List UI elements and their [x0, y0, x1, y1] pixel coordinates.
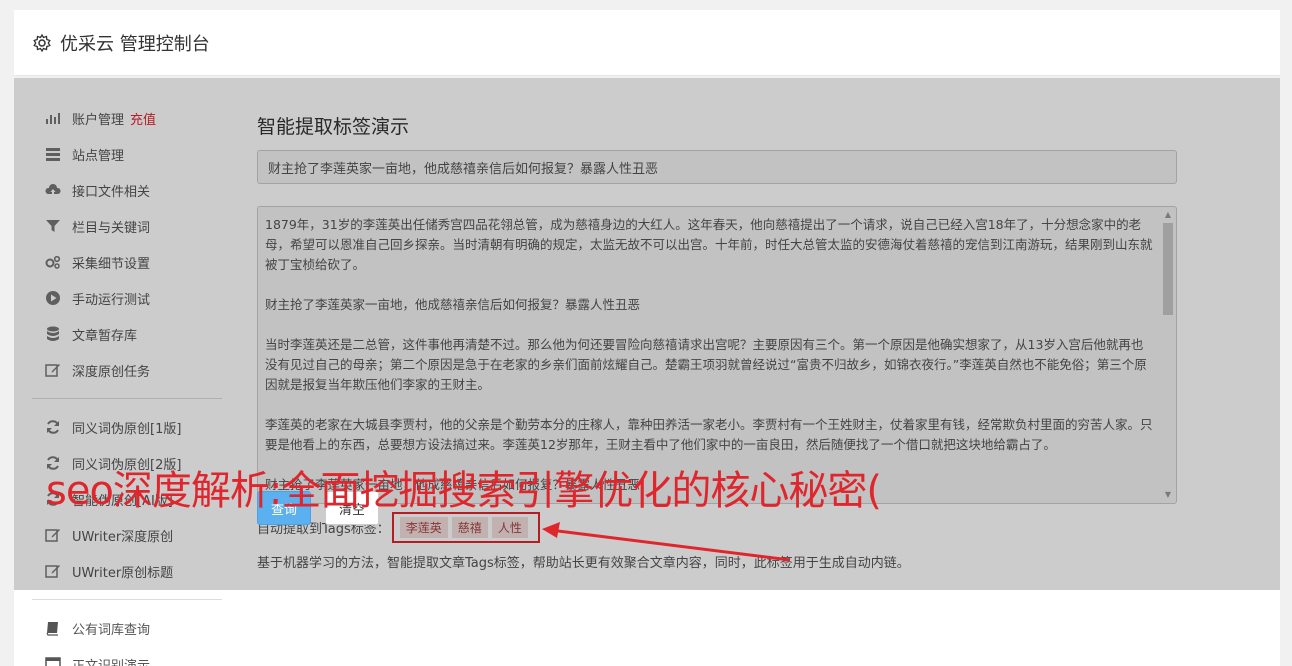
edit-icon [44, 361, 62, 379]
sidebar-item-label: 采集细节设置 [72, 256, 151, 272]
article-title-value: 财主抢了李莲英家一亩地，他成慈禧亲信后如何报复？暴露人性丑恶 [268, 161, 659, 177]
sidebar-item-uwriter-title[interactable]: UWriter原创标题 [32, 553, 222, 589]
sidebar-item-label: UWriter深度原创 [72, 529, 174, 545]
section-heading: 智能提取标签演示 [257, 116, 410, 138]
edit-icon [44, 562, 62, 580]
sidebar-item-label: 公有词库查询 [72, 622, 151, 638]
sidebar-item-article-store[interactable]: 文章暂存库 [32, 316, 222, 352]
sidebar-item-collect-settings[interactable]: 采集细节设置 [32, 244, 222, 280]
sidebar-item-label: 站点管理 [72, 148, 125, 164]
paragraph: 财主抢了李莲英家一亩地，他成慈禧亲信后如何报复？暴露人性丑恶 [265, 297, 641, 312]
scroll-thumb[interactable] [1163, 223, 1173, 315]
sidebar-item-label: 同义词伪原创[1版] [72, 421, 182, 437]
sidebar-item-columns[interactable]: 栏目与关键词 [32, 208, 222, 244]
watermark-text: seo深度解析:全面挖掘搜索引擎优化的核心秘密( [46, 468, 882, 514]
scroll-up-icon[interactable]: ▲ [1162, 209, 1174, 221]
sidebar-item-label: 栏目与关键词 [72, 220, 151, 236]
sidebar-item-sites[interactable]: 站点管理 [32, 136, 222, 172]
sidebar-item-text-recognition[interactable]: 正文识别演示 [32, 646, 222, 666]
book-icon [44, 619, 62, 637]
textarea-scrollbar[interactable]: ▲ [1162, 209, 1174, 501]
sidebar-item-label: 文章暂存库 [72, 328, 138, 344]
sidebar-item-manual-run[interactable]: 手动运行测试 [32, 280, 222, 316]
paragraph: 李莲英的老家在大城县李贾村，他的父亲是个勤劳本分的庄稼人，靠种田养活一家老小。李… [265, 417, 1153, 452]
play-circle-icon [44, 289, 62, 307]
sidebar-item-uwriter-deep[interactable]: UWriter深度原创 [32, 517, 222, 553]
tag: 李莲英 [399, 516, 448, 538]
tag: 慈禧 [451, 516, 488, 538]
window-icon [44, 655, 62, 666]
sidebar-item-deep-original[interactable]: 深度原创任务 [32, 352, 222, 388]
gears-icon [44, 253, 62, 271]
sidebar-item-label: 账户管理 [72, 112, 125, 128]
page-title: 优采云 管理控制台 [60, 33, 210, 55]
scroll-down-icon[interactable]: ▼ [1162, 489, 1174, 501]
tag: 人性 [491, 516, 528, 538]
sidebar-divider [32, 398, 222, 399]
paragraph: 1879年，31岁的李莲英出任储秀宫四品花翎总管，成为慈禧身边的大红人。这年春天… [265, 217, 1153, 272]
recharge-link[interactable]: 充值 [130, 109, 156, 128]
bar-chart-icon [44, 109, 62, 127]
sidebar-item-public-lexicon[interactable]: 公有词库查询 [32, 610, 222, 646]
database-icon [44, 325, 62, 343]
sidebar-item-label: 正文识别演示 [72, 658, 151, 666]
gear-icon [32, 33, 52, 53]
sidebar-item-account[interactable]: 账户管理 充值 [32, 100, 222, 136]
sidebar-item-label: UWriter原创标题 [72, 565, 174, 581]
paragraph: 当时李莲英还是二总管，这件事他再清楚不过。那么他为何还要冒险向慈禧请求出宫呢？主… [265, 337, 1147, 392]
article-title-input[interactable]: 财主抢了李莲英家一亩地，他成慈禧亲信后如何报复？暴露人性丑恶 [257, 150, 1177, 184]
server-icon [44, 145, 62, 163]
cloud-upload-icon [44, 181, 62, 199]
filter-icon [44, 217, 62, 235]
sidebar-item-synonym-v1[interactable]: 同义词伪原创[1版] [32, 409, 222, 445]
tags-box: 李莲英 慈禧 人性 [391, 511, 540, 543]
edit-icon [44, 526, 62, 544]
sidebar: 账户管理 充值 站点管理 接口文件相关 栏目与关键词 采集细节设置 手动运行测试… [32, 100, 222, 666]
sidebar-item-label: 深度原创任务 [72, 364, 151, 380]
refresh-icon [44, 418, 62, 436]
sidebar-item-label: 接口文件相关 [72, 184, 151, 200]
main-content: 智能提取标签演示 财主抢了李莲英家一亩地，他成慈禧亲信后如何报复？暴露人性丑恶 … [257, 100, 1177, 571]
sidebar-divider [32, 599, 222, 600]
sidebar-item-label: 手动运行测试 [72, 292, 151, 308]
top-header: 优采云 管理控制台 [14, 10, 1280, 76]
sidebar-item-interface[interactable]: 接口文件相关 [32, 172, 222, 208]
